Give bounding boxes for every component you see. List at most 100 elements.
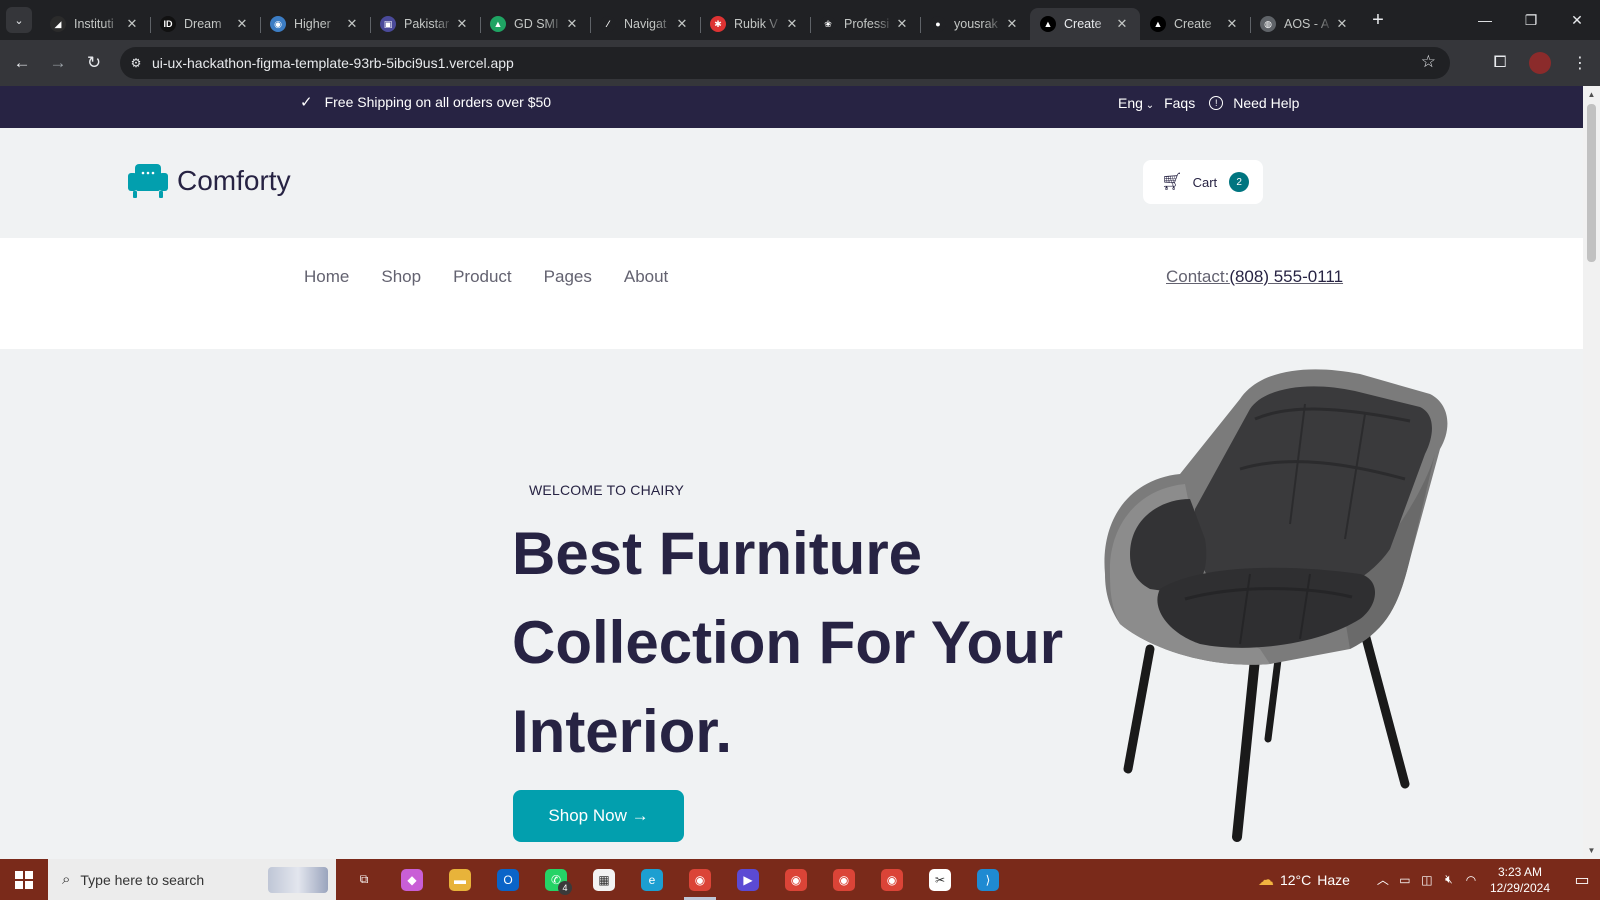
chrome-profile-3-icon: ◉: [881, 868, 903, 891]
profile-avatar[interactable]: [1529, 52, 1551, 74]
browser-tab[interactable]: ▲ Create ✕: [1030, 8, 1140, 40]
address-bar[interactable]: ⚙ ui-ux-hackathon-figma-template-93rb-5i…: [120, 47, 1450, 79]
nav-shop[interactable]: Shop: [381, 267, 421, 287]
chrome-profile-3-taskbar-button[interactable]: ◉: [868, 859, 916, 900]
browser-tab[interactable]: ✱ Rubik V ✕: [700, 8, 810, 40]
capcut-taskbar-button[interactable]: ✂: [916, 859, 964, 900]
tab-search-button[interactable]: ⌄: [6, 7, 32, 33]
bookmark-star-icon[interactable]: ☆: [1421, 52, 1436, 72]
start-button[interactable]: [0, 859, 48, 900]
tab-close-icon[interactable]: ✕: [1334, 16, 1350, 32]
tab-close-icon[interactable]: ✕: [1114, 16, 1130, 32]
file-explorer-taskbar-button[interactable]: ▬: [436, 859, 484, 900]
tab-close-icon[interactable]: ✕: [564, 16, 580, 32]
volume-muted-icon[interactable]: 🔇︎: [1438, 872, 1460, 887]
scrollbar-thumb[interactable]: [1587, 104, 1596, 262]
browser-tab[interactable]: ▣ Pakistar ✕: [370, 8, 480, 40]
tab-favicon-icon: ◢: [50, 16, 66, 32]
scroll-down-arrow-icon[interactable]: ▼: [1583, 842, 1600, 859]
browser-tab[interactable]: ◉ Higher ✕: [260, 8, 370, 40]
tab-favicon-icon: ▲: [1040, 16, 1056, 32]
cart-button[interactable]: 🛒︎ Cart 2: [1143, 160, 1263, 204]
tab-title: Create: [1064, 17, 1102, 31]
meet-now-icon[interactable]: ◫: [1416, 873, 1438, 887]
chrome-profile-2-taskbar-button[interactable]: ◉: [820, 859, 868, 900]
taskbar-search-placeholder: Type here to search: [80, 871, 205, 888]
site-logo[interactable]: Comforty: [127, 162, 291, 200]
nav-about[interactable]: About: [624, 267, 668, 287]
tab-close-icon[interactable]: ✕: [124, 16, 140, 32]
chrome-profile-2-icon: ◉: [833, 868, 855, 891]
copilot-icon: ◆: [401, 868, 423, 891]
tab-close-icon[interactable]: ✕: [234, 16, 250, 32]
back-button[interactable]: ←: [4, 45, 40, 81]
taskbar-search[interactable]: ⌕ Type here to search: [48, 859, 336, 900]
browser-tab[interactable]: ◍ AOS - A ✕: [1250, 8, 1360, 40]
file-explorer-icon: ▬: [449, 868, 471, 891]
browser-tab[interactable]: ▲ GD SMI ✕: [480, 8, 590, 40]
scroll-up-arrow-icon[interactable]: ▲: [1583, 86, 1600, 103]
hero-eyebrow: WELCOME TO CHAIRY: [529, 482, 685, 498]
language-select[interactable]: Eng ⌄: [1118, 95, 1154, 111]
tab-close-icon[interactable]: ✕: [454, 16, 470, 32]
extensions-icon[interactable]: ⧠: [1480, 54, 1520, 72]
clock[interactable]: 3:23 AM 12/29/2024: [1490, 864, 1550, 896]
windows-logo-icon: [15, 870, 33, 889]
browser-tab[interactable]: ⁄ Navigat ✕: [590, 8, 700, 40]
search-highlight-image: [268, 867, 328, 893]
hero-headline-line-2: Collection For Your: [512, 609, 1064, 676]
close-window-icon[interactable]: ✕: [1554, 0, 1600, 40]
browser-tab[interactable]: ▲ Create ✕: [1140, 8, 1250, 40]
chevron-up-icon[interactable]: ︿: [1372, 871, 1394, 888]
language-label: Eng: [1118, 95, 1143, 111]
browser-tab[interactable]: ◢ Instituti ✕: [40, 8, 150, 40]
browser-menu-icon[interactable]: ⋮: [1560, 53, 1600, 73]
tab-close-icon[interactable]: ✕: [784, 16, 800, 32]
vscode-taskbar-button[interactable]: ⟩: [964, 859, 1012, 900]
tab-close-icon[interactable]: ✕: [344, 16, 360, 32]
nav-product[interactable]: Product: [453, 267, 512, 287]
notifications-icon[interactable]: ▭: [1564, 870, 1600, 890]
tab-title: GD SMI: [514, 17, 559, 31]
shop-now-button[interactable]: Shop Now →: [513, 790, 684, 842]
tab-favicon-icon: ❀: [820, 16, 836, 32]
chrome-profile-taskbar-button[interactable]: ◉: [772, 859, 820, 900]
nav-home[interactable]: Home: [304, 267, 349, 287]
edge-taskbar-button[interactable]: e: [628, 859, 676, 900]
site-settings-icon[interactable]: ⚙: [120, 56, 152, 70]
reload-button[interactable]: ↻: [76, 45, 112, 81]
nav-pages[interactable]: Pages: [544, 267, 592, 287]
whatsapp-taskbar-button[interactable]: ✆ 4: [532, 859, 580, 900]
url-text[interactable]: ui-ux-hackathon-figma-template-93rb-5ibc…: [152, 55, 514, 71]
minimize-icon[interactable]: —: [1462, 0, 1508, 40]
main-navigation: Home Shop Product Pages About Contact:(8…: [0, 238, 1583, 349]
cart-icon: 🛒︎: [1161, 172, 1183, 191]
task-view-taskbar-button[interactable]: ⧉: [340, 859, 388, 900]
contact-link[interactable]: Contact:(808) 555-0111: [1166, 267, 1343, 287]
tab-close-icon[interactable]: ✕: [674, 16, 690, 32]
browser-tab[interactable]: ID Dream ✕: [150, 8, 260, 40]
tab-close-icon[interactable]: ✕: [894, 16, 910, 32]
new-tab-button[interactable]: +: [1364, 6, 1392, 34]
outlook-taskbar-button[interactable]: O: [484, 859, 532, 900]
need-help-link[interactable]: Need Help: [1233, 95, 1299, 111]
wifi-icon[interactable]: ◠: [1460, 873, 1482, 887]
battery-icon[interactable]: ▭: [1394, 873, 1416, 887]
browser-toolbar: ← → ↻ ⚙ ui-ux-hackathon-figma-template-9…: [0, 40, 1600, 86]
forward-button[interactable]: →: [40, 45, 76, 81]
contact-phone: (808) 555-0111: [1229, 267, 1344, 286]
tab-close-icon[interactable]: ✕: [1224, 16, 1240, 32]
tab-close-icon[interactable]: ✕: [1004, 16, 1020, 32]
microsoft-store-taskbar-button[interactable]: ▦: [580, 859, 628, 900]
browser-tab[interactable]: ❀ Professi ✕: [810, 8, 920, 40]
pinned-apps: ⧉ ◆ ▬ O ✆ 4 ▦ e ◉ ▶ ◉ ◉ ◉ ✂ ⟩: [340, 859, 1012, 900]
faqs-link[interactable]: Faqs: [1164, 95, 1195, 111]
restore-icon[interactable]: ❐: [1508, 0, 1554, 40]
weather-widget[interactable]: ☁ 12°C Haze: [1258, 870, 1350, 890]
browser-tab[interactable]: ● yousrak ✕: [920, 8, 1030, 40]
copilot-taskbar-button[interactable]: ◆: [388, 859, 436, 900]
chrome-taskbar-button[interactable]: ◉: [676, 859, 724, 900]
app-blue-taskbar-button[interactable]: ▶: [724, 859, 772, 900]
hero-headline-line-3: Interior.: [512, 698, 733, 765]
page-scrollbar[interactable]: ▲ ▼: [1583, 86, 1600, 859]
